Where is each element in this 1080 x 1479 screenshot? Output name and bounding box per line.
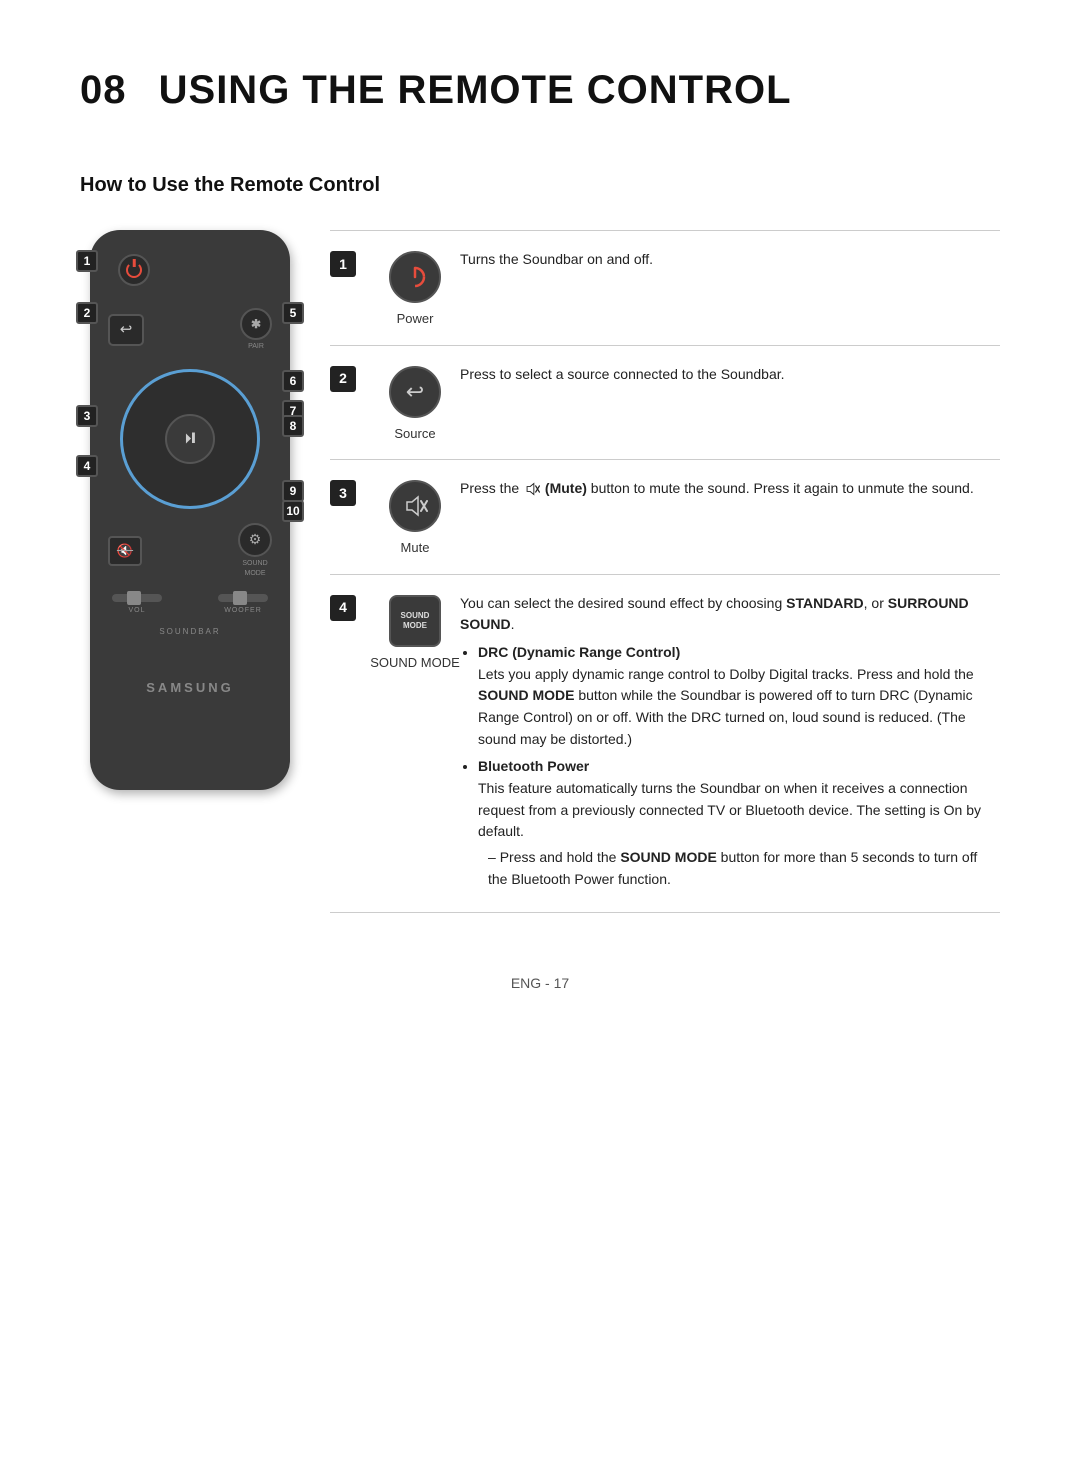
ref-row-3: 3 Mute Press the (Mute) button to mute t… <box>330 460 1000 575</box>
vol-slider: VOL <box>112 594 162 617</box>
remote-row2: ↩ ✱ PAIR <box>108 308 272 353</box>
remote-illustration: 1 2 3 4 5 6 7 8 9 10 ↩ <box>80 230 300 790</box>
bt-power-sub-bullets: Press and hold the SOUND MODE button for… <box>478 847 1000 890</box>
soundbar-label: SOUNDBAR <box>108 626 272 638</box>
page-title: 08 USING THE REMOTE CONTROL <box>80 60 1000 120</box>
mute-icon-remote: 🔇 <box>117 541 133 561</box>
reference-table: 1 Power Turns the Soundbar on and off. 2 <box>330 230 1000 913</box>
sound-mode-ref: SOUND MODE <box>478 687 574 703</box>
remote-body: 1 2 3 4 5 6 7 8 9 10 ↩ <box>90 230 290 790</box>
ref-icon-col-4: SOUNDMODE SOUND MODE <box>370 591 460 897</box>
pair-label: PAIR <box>248 342 264 353</box>
bt-power-sub-1: Press and hold the SOUND MODE button for… <box>488 847 1000 890</box>
ref-desc-2: Press to select a source connected to th… <box>460 362 1000 444</box>
source-button-remote: ↩ <box>108 314 144 346</box>
bluetooth-button-remote: ✱ <box>240 308 272 340</box>
source-icon: ↩ <box>120 319 133 342</box>
ref-num-3: 3 <box>330 476 370 558</box>
standard-bold: STANDARD <box>786 595 864 611</box>
badge-9: 9 <box>282 480 304 502</box>
section-title: How to Use the Remote Control <box>80 170 1000 200</box>
content-area: 1 2 3 4 5 6 7 8 9 10 ↩ <box>80 230 1000 913</box>
woofer-label: WOOFER <box>224 606 262 617</box>
ref-power-icon <box>389 251 441 303</box>
ref-source-icon: ↩ <box>389 366 441 418</box>
sound-mode-bullets: DRC (Dynamic Range Control) Lets you app… <box>460 642 1000 891</box>
ref-num-2: 2 <box>330 362 370 444</box>
surround-bold: SURROUND SOUND <box>460 595 969 633</box>
ref-desc-4-intro: You can select the desired sound effect … <box>460 595 969 633</box>
dpad-center: ⏵❙ <box>165 414 215 464</box>
source-arrow-icon: ↩ <box>406 375 424 408</box>
bt-power-title: Bluetooth Power <box>478 758 589 774</box>
samsung-label: SAMSUNG <box>108 678 272 698</box>
power-icon <box>126 262 142 278</box>
ref-desc-2-text: Press to select a source connected to th… <box>460 366 785 382</box>
badge-5: 5 <box>282 302 304 324</box>
ref-icon-col-2: ↩ Source <box>370 362 460 444</box>
settings-icon: ⚙ <box>249 529 262 550</box>
ref-icon-col-1: Power <box>370 247 460 329</box>
sound-mode-ref-2: SOUND MODE <box>620 849 716 865</box>
bullet-bluetooth-power: Bluetooth Power This feature automatical… <box>478 756 1000 890</box>
badge-8: 8 <box>282 415 304 437</box>
ref-row-4: 4 SOUNDMODE SOUND MODE You can select th… <box>330 575 1000 914</box>
ref-desc-4: You can select the desired sound effect … <box>460 591 1000 897</box>
ref-mute-icon <box>389 480 441 532</box>
vol-slider-bar <box>112 594 162 602</box>
bluetooth-icon: ✱ <box>251 315 261 333</box>
footer-text: ENG - 17 <box>511 975 569 991</box>
drc-title: DRC (Dynamic Range Control) <box>478 644 680 660</box>
page-footer: ENG - 17 <box>80 973 1000 994</box>
badge-6: 6 <box>282 370 304 392</box>
page-title-text: USING THE REMOTE CONTROL <box>159 68 792 112</box>
ref-desc-1: Turns the Soundbar on and off. <box>460 247 1000 329</box>
ref-desc-3: Press the (Mute) button to mute the soun… <box>460 476 1000 558</box>
bullet-drc: DRC (Dynamic Range Control) Lets you app… <box>478 642 1000 750</box>
ref-row-1: 1 Power Turns the Soundbar on and off. <box>330 231 1000 346</box>
remote-top-row <box>108 250 272 290</box>
ref-mute-label: Mute <box>401 538 430 558</box>
woofer-slider: WOOFER <box>218 594 268 617</box>
ref-sound-mode-label: SOUND MODE <box>370 653 460 673</box>
mute-button-remote: 🔇 <box>108 536 142 566</box>
badge-10: 10 <box>282 500 304 522</box>
ref-num-4: 4 <box>330 591 370 897</box>
badge-4: 4 <box>76 455 98 477</box>
ref-num-1: 1 <box>330 247 370 329</box>
ref-power-label: Power <box>397 309 434 329</box>
vol-label: VOL <box>128 606 145 617</box>
play-pause-icon: ⏵❙ <box>185 428 196 449</box>
ref-desc-1-text: Turns the Soundbar on and off. <box>460 251 653 267</box>
sound-mode-icon-text: SOUNDMODE <box>401 611 430 630</box>
badge-1: 1 <box>76 250 98 272</box>
ref-icon-col-3: Mute <box>370 476 460 558</box>
ref-source-label: Source <box>394 424 435 444</box>
power-button-remote <box>118 254 150 286</box>
mute-bold: (Mute) <box>545 480 587 496</box>
remote-dpad: ⏵❙ <box>108 369 272 509</box>
ref-sound-mode-icon: SOUNDMODE <box>389 595 441 647</box>
settings-button-remote: ⚙ <box>238 523 272 557</box>
sound-mode-remote-label: SOUNDMODE <box>242 559 267 580</box>
page-number: 08 <box>80 68 127 112</box>
badge-3: 3 <box>76 405 98 427</box>
remote-row3: 🔇 ⚙ SOUNDMODE <box>108 523 272 580</box>
woofer-slider-bar <box>218 594 268 602</box>
ref-row-2: 2 ↩ Source Press to select a source conn… <box>330 346 1000 461</box>
remote-sliders: VOL WOOFER <box>112 594 268 617</box>
badge-2: 2 <box>76 302 98 324</box>
dpad-ring: ⏵❙ <box>120 369 260 509</box>
